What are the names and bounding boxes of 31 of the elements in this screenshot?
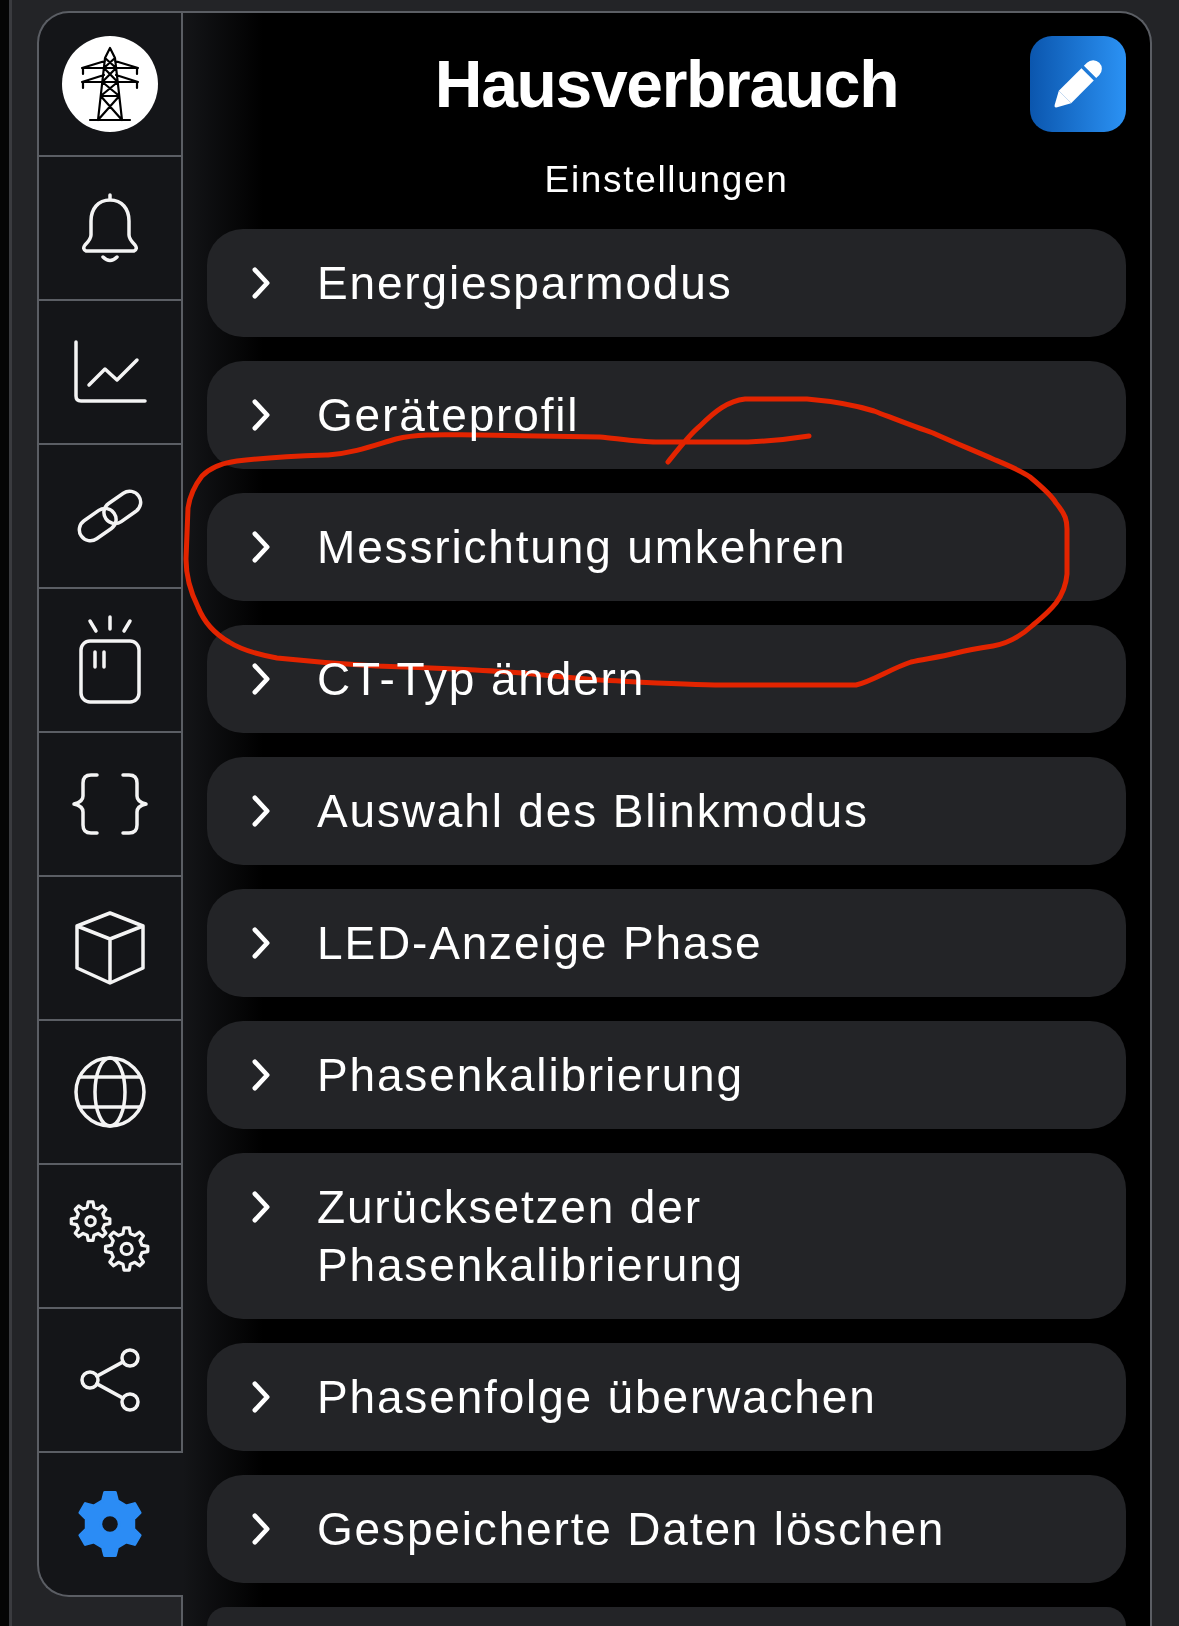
settings-icon — [75, 1488, 145, 1560]
cube-icon — [73, 910, 147, 986]
transmission-tower-logo-icon — [62, 36, 158, 132]
pencil-icon — [1053, 59, 1103, 109]
chevron-right-icon — [251, 398, 272, 432]
settings-item[interactable]: Messrichtung umkehren — [207, 493, 1126, 601]
settings-item[interactable]: LED-Anzeige Phase — [207, 889, 1126, 997]
chevron-right-icon — [251, 1058, 272, 1092]
code-braces-icon — [69, 772, 151, 836]
share-icon — [78, 1348, 142, 1412]
chevron-right-icon — [251, 530, 272, 564]
chevron-right-icon — [251, 794, 272, 828]
chevron-right-icon — [251, 1512, 272, 1546]
line-chart-icon — [73, 340, 147, 404]
chevron-right-icon — [251, 266, 272, 300]
chevron-right-icon — [251, 1380, 272, 1414]
chevron-right-icon — [251, 662, 272, 696]
page-title: Hausverbrauch — [434, 46, 899, 123]
settings-item[interactable]: Gespeicherte Daten löschen — [207, 1475, 1126, 1583]
settings-item[interactable]: Energiesparmodus — [207, 229, 1126, 337]
globe-icon — [73, 1055, 147, 1129]
flashing-light-icon — [77, 615, 143, 705]
section-subtitle: Einstellungen — [543, 158, 790, 202]
settings-item[interactable]: Phasenfolge überwachen — [207, 1343, 1126, 1451]
settings-item[interactable]: Auswahl des Blinkmodus — [207, 757, 1126, 865]
settings-item[interactable]: Phasenkalibrierung — [207, 1021, 1126, 1129]
chevron-right-icon — [251, 926, 272, 960]
settings-item[interactable]: Geräteprofil — [207, 361, 1126, 469]
edit-button[interactable] — [1030, 36, 1126, 132]
chevron-right-icon — [251, 1190, 272, 1224]
settings-item[interactable]: Zurücksetzen der Phasenkalibrierung — [207, 1153, 1126, 1319]
